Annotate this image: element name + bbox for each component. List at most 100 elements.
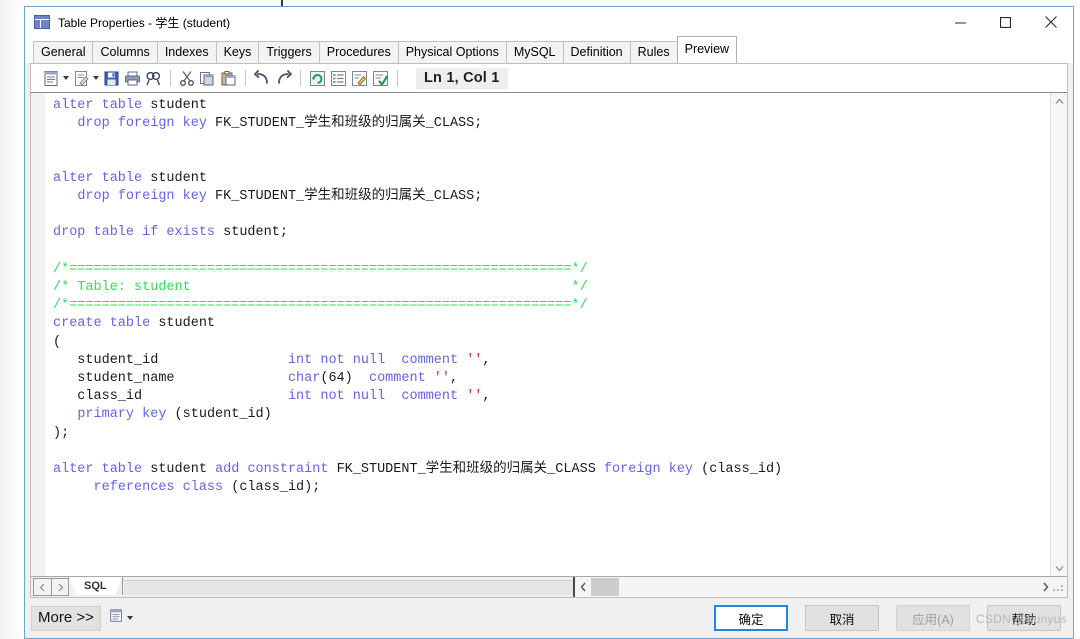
tab-general[interactable]: General bbox=[33, 41, 94, 65]
editor-gutter bbox=[31, 93, 46, 576]
code-token: '' bbox=[466, 389, 483, 405]
hscroll-thumb[interactable] bbox=[591, 578, 619, 596]
sql-code[interactable]: alter table student drop foreign key FK_… bbox=[46, 93, 1050, 576]
chevron-down-icon[interactable] bbox=[93, 76, 99, 80]
cut-icon[interactable] bbox=[177, 67, 197, 89]
open-script-icon[interactable] bbox=[71, 67, 101, 89]
tab-indexes[interactable]: Indexes bbox=[156, 41, 217, 65]
ok-button[interactable]: 确定 bbox=[714, 605, 788, 631]
code-token: ( bbox=[53, 334, 62, 350]
code-line: /*======================================… bbox=[53, 297, 1050, 315]
sql-preview-area: alter table student drop foreign key FK_… bbox=[31, 92, 1067, 576]
save-icon[interactable] bbox=[101, 67, 122, 89]
new-script-icon[interactable] bbox=[41, 67, 71, 89]
check-icon[interactable] bbox=[370, 67, 391, 89]
code-token: student_name bbox=[53, 371, 288, 387]
titlebar: Table Properties - 学生 (student) bbox=[25, 7, 1073, 37]
code-token: student bbox=[150, 316, 216, 332]
cancel-button[interactable]: 取消 bbox=[805, 605, 879, 631]
script-icon[interactable] bbox=[109, 608, 124, 628]
code-token: , bbox=[482, 352, 491, 368]
code-token: comment bbox=[401, 389, 459, 405]
paste-icon[interactable] bbox=[218, 67, 239, 89]
code-token: int not null bbox=[287, 352, 386, 368]
sheet-nav bbox=[31, 577, 70, 597]
code-token: , bbox=[482, 389, 491, 405]
minimize-icon[interactable] bbox=[938, 7, 983, 37]
code-token: alter table bbox=[53, 98, 143, 113]
code-token: references class bbox=[93, 480, 224, 496]
footer-script-menu[interactable] bbox=[109, 608, 133, 628]
code-token: drop table if exists bbox=[53, 225, 216, 241]
redo-icon[interactable] bbox=[273, 67, 294, 89]
scroll-left-icon[interactable] bbox=[575, 578, 591, 596]
maximize-icon[interactable] bbox=[983, 7, 1028, 37]
dialog-footer: More >> 确定 取消 应用(A) 帮助 CSDN @kunyus bbox=[25, 598, 1073, 638]
code-token: /* Table: student */ bbox=[53, 280, 588, 296]
code-token: ); bbox=[53, 425, 70, 441]
code-token: /*======================================… bbox=[53, 298, 588, 314]
code-token: , bbox=[450, 371, 459, 387]
code-token: student bbox=[142, 98, 207, 113]
sheet-tab-sql[interactable]: SQL bbox=[68, 577, 123, 595]
chevron-down-icon[interactable] bbox=[126, 616, 133, 620]
tab-physical-options[interactable]: Physical Options bbox=[397, 41, 507, 65]
more-button[interactable]: More >> bbox=[31, 605, 101, 631]
horizontal-scrollbar[interactable] bbox=[573, 577, 1067, 597]
find-icon[interactable] bbox=[143, 67, 164, 89]
scroll-up-icon[interactable] bbox=[1051, 93, 1067, 109]
code-line: ( bbox=[53, 334, 1050, 352]
scroll-down-icon[interactable] bbox=[1051, 560, 1067, 576]
code-token: comment bbox=[401, 352, 459, 368]
tab-columns[interactable]: Columns bbox=[92, 41, 158, 65]
tab-definition[interactable]: Definition bbox=[562, 41, 631, 65]
vertical-scrollbar[interactable] bbox=[1050, 93, 1067, 576]
code-token: comment bbox=[368, 371, 426, 387]
code-line: alter table student add constraint FK_ST… bbox=[53, 461, 1050, 479]
code-token: class_id bbox=[53, 389, 288, 405]
resize-grip[interactable] bbox=[1053, 578, 1067, 596]
code-token: create table bbox=[53, 316, 151, 332]
tab-keys[interactable]: Keys bbox=[215, 41, 260, 65]
preview-panel: Ln 1, Col 1 alter table student drop for… bbox=[30, 63, 1068, 598]
scroll-right-icon[interactable] bbox=[1037, 578, 1053, 596]
tab-rules[interactable]: Rules bbox=[629, 41, 678, 65]
code-line: student_name char(64) comment '', bbox=[53, 370, 1050, 388]
tab-triggers[interactable]: Triggers bbox=[258, 41, 320, 65]
code-line: drop foreign key FK_STUDENT_学生和班级的归属关_CL… bbox=[53, 115, 1050, 133]
print-icon[interactable] bbox=[122, 67, 143, 89]
code-token: student bbox=[142, 170, 207, 186]
edit-icon[interactable] bbox=[349, 67, 370, 89]
code-token: student_id bbox=[53, 352, 288, 368]
code-token: student bbox=[142, 462, 216, 478]
code-token: (class_id); bbox=[223, 480, 321, 496]
code-token: student; bbox=[215, 225, 288, 241]
tab-preview[interactable]: Preview bbox=[676, 36, 738, 63]
code-line: drop table if exists student; bbox=[53, 224, 1050, 242]
tab-mysql[interactable]: MySQL bbox=[505, 41, 564, 65]
code-token: FK_STUDENT_学生和班级的归属关_CLASS bbox=[328, 462, 604, 478]
close-icon[interactable] bbox=[1028, 7, 1073, 37]
hscroll-track[interactable] bbox=[591, 578, 1037, 596]
help-button[interactable]: 帮助 bbox=[987, 605, 1061, 631]
sheet-tabs: SQL bbox=[68, 577, 573, 597]
background-shadow bbox=[0, 0, 24, 639]
code-token: /*======================================… bbox=[53, 261, 588, 277]
prev-arrow-icon[interactable] bbox=[33, 578, 52, 596]
copy-icon[interactable] bbox=[197, 67, 218, 89]
code-line: /* Table: student */ bbox=[53, 279, 1050, 297]
code-line: references class (class_id); bbox=[53, 479, 1050, 497]
list-icon[interactable] bbox=[328, 67, 349, 89]
chevron-down-icon[interactable] bbox=[63, 76, 69, 80]
refresh-icon[interactable] bbox=[307, 67, 328, 89]
tab-procedures[interactable]: Procedures bbox=[318, 41, 399, 65]
undo-icon[interactable] bbox=[252, 67, 273, 89]
